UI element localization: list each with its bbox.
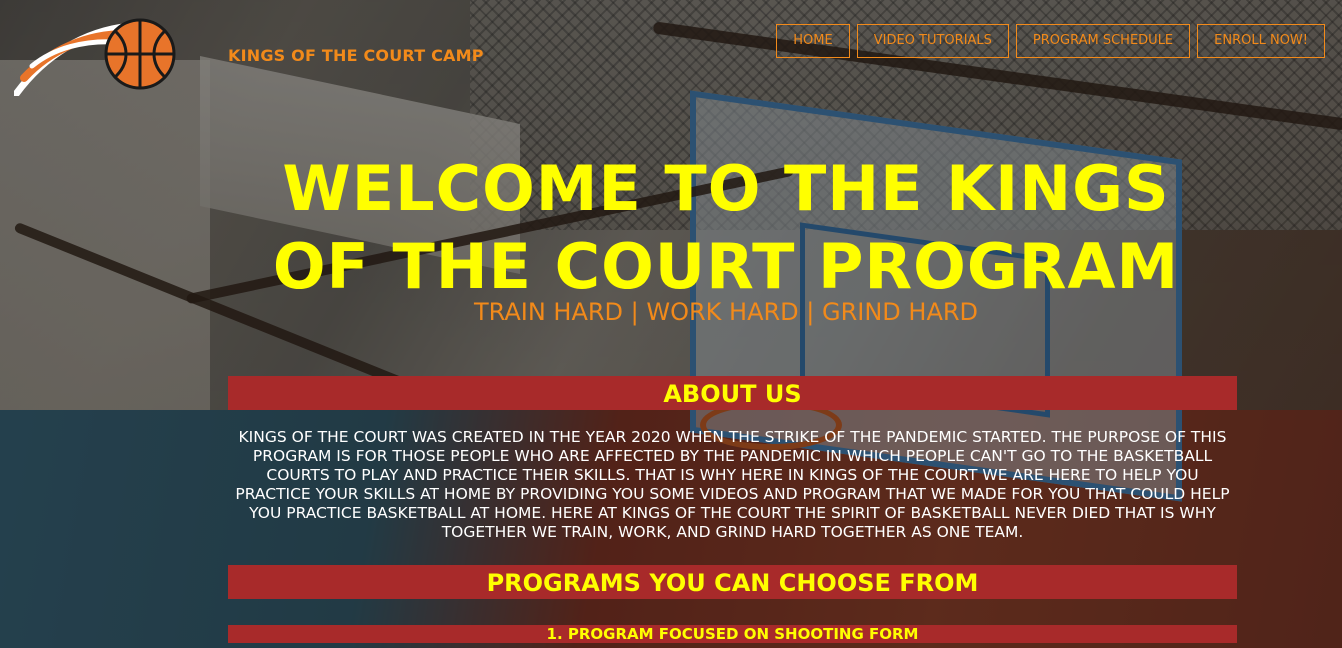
hero-title: WELCOME TO THE KINGS OF THE COURT PROGRA… <box>272 152 1180 303</box>
about-us-heading: ABOUT US <box>228 376 1237 410</box>
brand-name: KINGS OF THE COURT CAMP <box>228 46 484 65</box>
top-navigation: HOME VIDEO TUTORIALS PROGRAM SCHEDULE EN… <box>776 24 1325 58</box>
basketball-logo-icon[interactable] <box>12 16 180 98</box>
program-item-shooting-form[interactable]: 1. PROGRAM FOCUSED ON SHOOTING FORM <box>228 625 1237 643</box>
about-us-text: KINGS OF THE COURT WAS CREATED IN THE YE… <box>235 428 1230 541</box>
nav-home-button[interactable]: HOME <box>776 24 850 58</box>
nav-enroll-now-button[interactable]: ENROLL NOW! <box>1197 24 1325 58</box>
nav-program-schedule-button[interactable]: PROGRAM SCHEDULE <box>1015 24 1191 58</box>
hero-tagline: TRAIN HARD | WORK HARD | GRIND HARD <box>473 298 979 326</box>
programs-heading: PROGRAMS YOU CAN CHOOSE FROM <box>228 565 1237 599</box>
nav-video-tutorials-button[interactable]: VIDEO TUTORIALS <box>856 24 1009 58</box>
